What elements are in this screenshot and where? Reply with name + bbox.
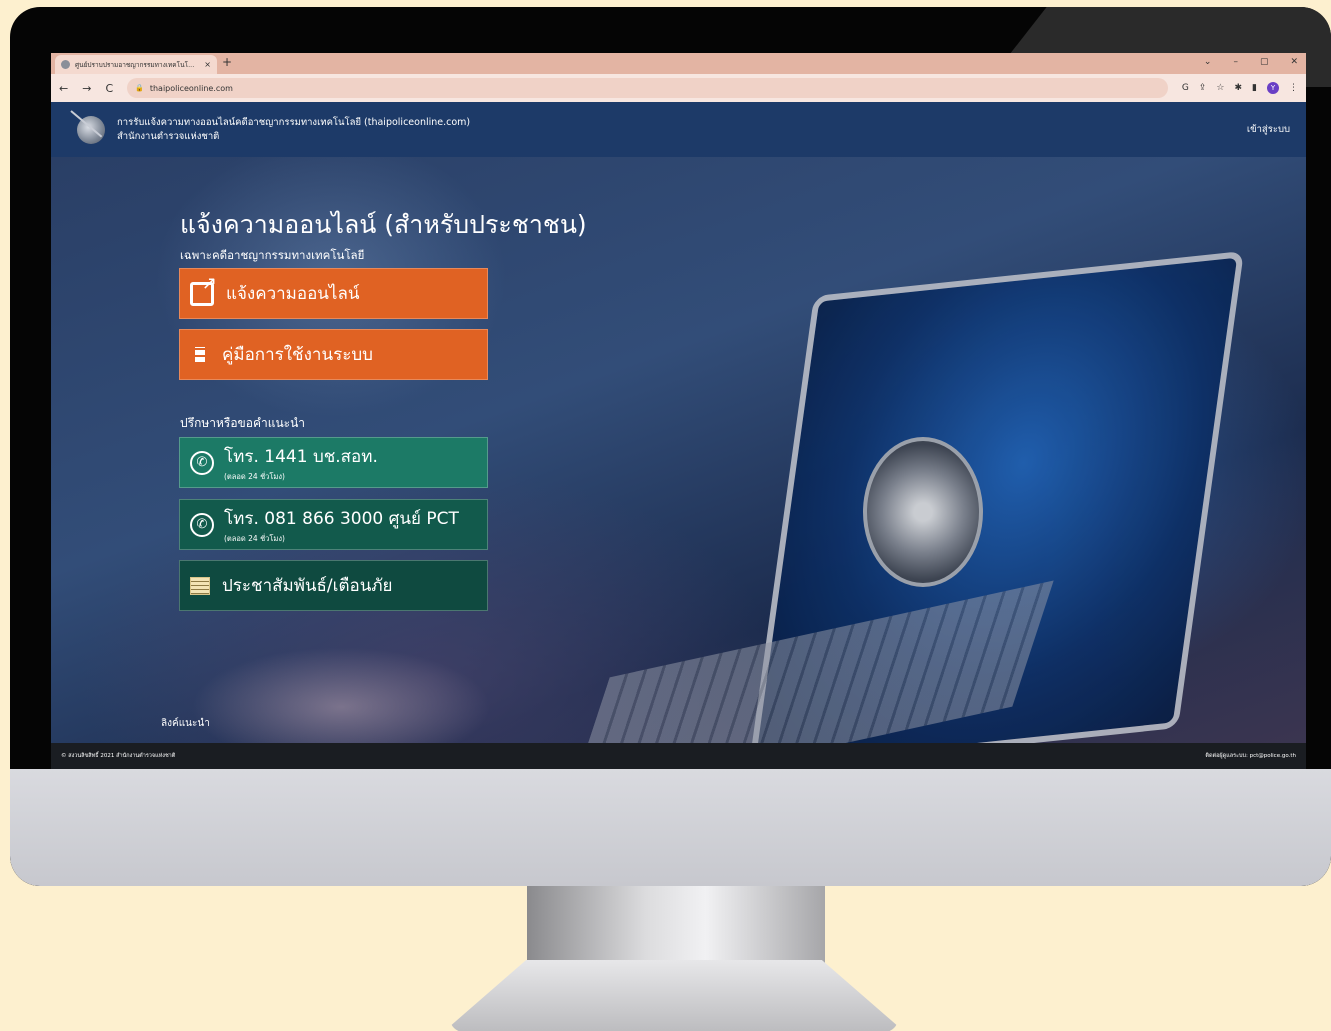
user-manual-button[interactable]: คู่มือการใช้งานระบบ [179, 329, 488, 380]
new-tab-button[interactable]: + [222, 55, 232, 69]
hotline-1441-label: โทร. 1441 บช.สอท. [224, 446, 378, 467]
phone-icon: ✆ [190, 450, 214, 475]
site-footer: © สงวนลิขสิทธิ์ 2021 สำนักงานตำรวจแห่งชา… [51, 743, 1306, 769]
hotline-pct-button[interactable]: ✆ โทร. 081 866 3000 ศูนย์ PCT (ตลอด 24 ช… [179, 499, 488, 550]
url-text: thaipoliceonline.com [149, 83, 233, 93]
extension-icon[interactable]: ✱ [1235, 83, 1243, 93]
back-button[interactable]: ← [59, 82, 68, 95]
news-alert-label: ประชาสัมพันธ์/เตือนภัย [222, 576, 393, 596]
star-icon[interactable]: ☆ [1216, 83, 1224, 93]
consult-heading: ปรึกษาหรือขอคำแนะนำ [180, 416, 306, 430]
hotline-pct-label: โทร. 081 866 3000 ศูนย์ PCT [224, 508, 459, 529]
site-header: การรับแจ้งความทางออนไลน์คดีอาชญากรรมทางเ… [51, 102, 1306, 157]
restore-button[interactable]: ▢ [1260, 57, 1269, 67]
page-title: แจ้งความออนไลน์ (สำหรับประชาชน) [180, 210, 587, 239]
browser-tab[interactable]: ศูนย์ปราบปรามอาชญากรรมทางเทคโนโ... × [55, 55, 217, 74]
phone-icon: ✆ [190, 512, 214, 537]
close-window-button[interactable]: ✕ [1290, 57, 1298, 67]
forward-button[interactable]: → [82, 82, 91, 95]
browser-toolbar: ← → C 🔒 thaipoliceonline.com G ⇪ ☆ ✱ ▮ Y… [51, 74, 1306, 102]
newspaper-icon [190, 576, 210, 595]
google-icon[interactable]: G [1182, 83, 1189, 93]
admin-contact[interactable]: ติดต่อผู้ดูแลระบบ: pct@police.go.th [1205, 752, 1296, 760]
external-link-icon [190, 273, 217, 306]
browser-menu-icon[interactable]: ⋮ [1289, 83, 1298, 93]
site-title: การรับแจ้งความทางออนไลน์คดีอาชญากรรมทางเ… [117, 116, 470, 144]
profile-avatar[interactable]: Y [1267, 82, 1279, 94]
recommended-links[interactable]: ลิงค์แนะนำ [161, 716, 210, 731]
favicon-icon [61, 60, 70, 69]
hotline-1441-button[interactable]: ✆ โทร. 1441 บช.สอท. (ตลอด 24 ชั่วโมง) [179, 437, 488, 488]
tab-search-icon[interactable]: ⌄ [1204, 57, 1212, 67]
monitor-base [450, 960, 898, 1031]
browser-tab-bar: ศูนย์ปราบปรามอาชญากรรมทางเทคโนโ... × + ⌄… [51, 53, 1306, 74]
screen: ศูนย์ปราบปรามอาชญากรรมทางเทคโนโ... × + ⌄… [51, 53, 1306, 769]
address-bar[interactable]: 🔒 thaipoliceonline.com [127, 78, 1168, 98]
tab-close-icon[interactable]: × [204, 60, 211, 69]
hotline-pct-note: (ตลอด 24 ชั่วโมง) [224, 533, 285, 543]
sidepanel-icon[interactable]: ▮ [1252, 83, 1257, 93]
lock-icon: 🔒 [135, 84, 144, 92]
user-manual-label: คู่มือการใช้งานระบบ [222, 345, 373, 365]
background-hand [191, 647, 491, 743]
login-link[interactable]: เข้าสู่ระบบ [1247, 122, 1290, 137]
site-title-line2: สำนักงานตำรวจแห่งชาติ [117, 130, 220, 142]
police-logo[interactable] [77, 115, 105, 144]
report-online-label: แจ้งความออนไลน์ [226, 284, 360, 304]
document-icon [190, 343, 210, 367]
hotline-1441-note: (ตลอด 24 ชั่วโมง) [224, 471, 285, 481]
page-subtitle: เฉพาะคดีอาชญากรรมทางเทคโนโลยี [180, 248, 365, 262]
site-title-line1: การรับแจ้งความทางออนไลน์คดีอาชญากรรมทางเ… [117, 116, 471, 128]
minimize-button[interactable]: – [1233, 57, 1238, 67]
monitor-chin [10, 769, 1331, 886]
report-online-button[interactable]: แจ้งความออนไลน์ [179, 268, 488, 319]
reload-button[interactable]: C [105, 82, 113, 95]
share-icon[interactable]: ⇪ [1199, 83, 1207, 93]
window-controls: ⌄ – ▢ ✕ [1204, 57, 1298, 67]
news-alert-button[interactable]: ประชาสัมพันธ์/เตือนภัย [179, 560, 488, 611]
copyright-text: © สงวนลิขสิทธิ์ 2021 สำนักงานตำรวจแห่งชา… [61, 753, 176, 759]
toolbar-icons: G ⇪ ☆ ✱ ▮ Y ⋮ [1182, 82, 1298, 94]
hero-section: แจ้งความออนไลน์ (สำหรับประชาชน) เฉพาะคดี… [51, 157, 1306, 743]
tab-title: ศูนย์ปราบปรามอาชญากรรมทางเทคโนโ... [75, 60, 195, 69]
police-seal-emblem [863, 437, 983, 587]
